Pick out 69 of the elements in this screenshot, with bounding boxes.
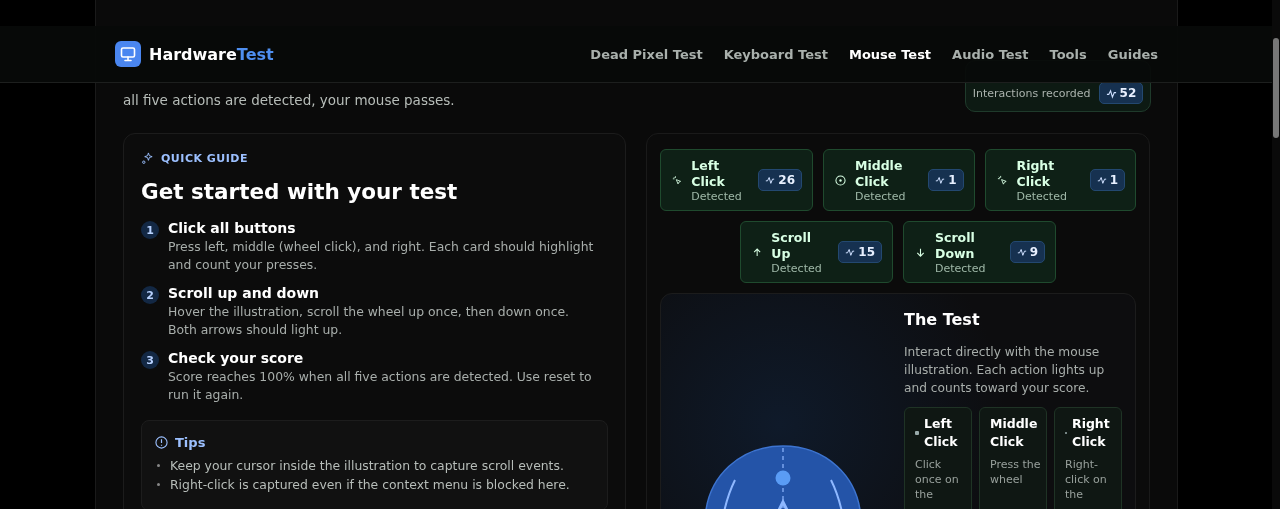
nav-link[interactable]: Tools xyxy=(1049,46,1087,62)
instruction-title: Middle Click xyxy=(990,415,1039,451)
activity-icon xyxy=(1096,175,1107,185)
step-number: 2 xyxy=(141,286,159,304)
step-text: Score reaches 100% when all five actions are detected. Use reset to run it again. xyxy=(168,368,593,404)
scrollbar-thumb[interactable] xyxy=(1273,38,1279,138)
activity-icon xyxy=(765,175,776,185)
count-badge: 26 xyxy=(758,169,802,191)
guide-title: Get started with your test xyxy=(141,179,459,204)
action-title: Left Click xyxy=(691,157,726,190)
test-title: The Test xyxy=(904,310,981,329)
monitor-icon[interactable] xyxy=(115,41,141,67)
count-badge: 9 xyxy=(1009,241,1045,263)
bullet-icon xyxy=(157,464,160,467)
nav-link[interactable]: Mouse Test xyxy=(848,46,932,62)
instruction-text: Click once on the xyxy=(915,457,960,502)
action-status: Detected xyxy=(935,261,987,275)
step-title: Click all buttons xyxy=(168,220,297,236)
step-title: Scroll up and down xyxy=(168,285,321,301)
stats-label: Interactions recorded xyxy=(972,87,1091,102)
step-number: 3 xyxy=(141,351,159,369)
action-status: Detected xyxy=(691,189,743,203)
action-card[interactable]: Left Click Detected 26 xyxy=(660,149,813,211)
nav-link[interactable]: Audio Test xyxy=(952,46,1029,62)
action-status: Detected xyxy=(1016,189,1068,203)
action-card[interactable]: Scroll Down Detected 9 xyxy=(903,221,1056,283)
action-card[interactable]: Middle Click Detected 1 xyxy=(823,149,975,211)
step-number: 1 xyxy=(141,221,159,239)
activity-icon xyxy=(935,175,946,185)
info-icon xyxy=(155,436,168,449)
cursor-click-icon xyxy=(996,174,1008,186)
sparkle-icon xyxy=(141,152,154,165)
count-badge: 1 xyxy=(1089,169,1125,191)
target-icon xyxy=(835,174,846,186)
action-status: Detected xyxy=(771,261,823,275)
arrow-up-icon xyxy=(752,246,763,258)
activity-icon xyxy=(845,247,856,257)
step-text: Hover the illustration, scroll the wheel up once, then down once. Both arrows should light up. xyxy=(168,303,571,339)
tip-text: Keep your cursor inside the illustration to capture scroll events. xyxy=(170,458,564,473)
step-text: Press left, middle (wheel click), and right. Each card should highlight and count your presses. xyxy=(168,238,595,274)
action-title: Scroll Up xyxy=(771,229,813,262)
count-badge: 1 xyxy=(928,169,964,191)
arrow-down-icon xyxy=(915,246,926,258)
action-title: Middle Click xyxy=(855,157,904,190)
instruction-title: Left Click xyxy=(924,415,959,451)
test-description: Interact directly with the mouse illustration. Each action lights up and counts toward your score. xyxy=(904,344,1106,397)
brand-name[interactable]: HardwareTest xyxy=(149,44,274,64)
action-card[interactable]: Scroll Up Detected 15 xyxy=(740,221,893,283)
nav-link[interactable]: Keyboard Test xyxy=(723,46,828,62)
count-badge: 52 xyxy=(1098,82,1144,104)
bullet-icon xyxy=(157,483,160,486)
instruction-title: Right Click xyxy=(1072,415,1111,451)
action-title: Right Click xyxy=(1016,157,1056,190)
instruction-text: Right-click on the xyxy=(1065,457,1108,502)
activity-icon xyxy=(1016,247,1027,257)
nav-link[interactable]: Guides xyxy=(1107,46,1158,62)
activity-icon xyxy=(1105,87,1117,99)
cursor-click-icon xyxy=(672,174,683,186)
section-eyebrow: QUICK GUIDE xyxy=(161,152,248,165)
action-card[interactable]: Right Click Detected 1 xyxy=(984,149,1136,211)
intro-text: all five actions are detected, your mouse passes. xyxy=(123,92,455,108)
tip-text: Right-click is captured even if the context menu is blocked here. xyxy=(170,477,570,492)
action-title: Scroll Down xyxy=(935,229,976,262)
nav-link[interactable]: Dead Pixel Test xyxy=(590,46,703,62)
step-title: Check your score xyxy=(168,350,305,366)
instruction-text: Press the wheel xyxy=(990,457,1042,487)
action-status: Detected xyxy=(855,189,907,203)
count-badge: 15 xyxy=(838,241,882,263)
tips-title: Tips xyxy=(175,435,206,450)
